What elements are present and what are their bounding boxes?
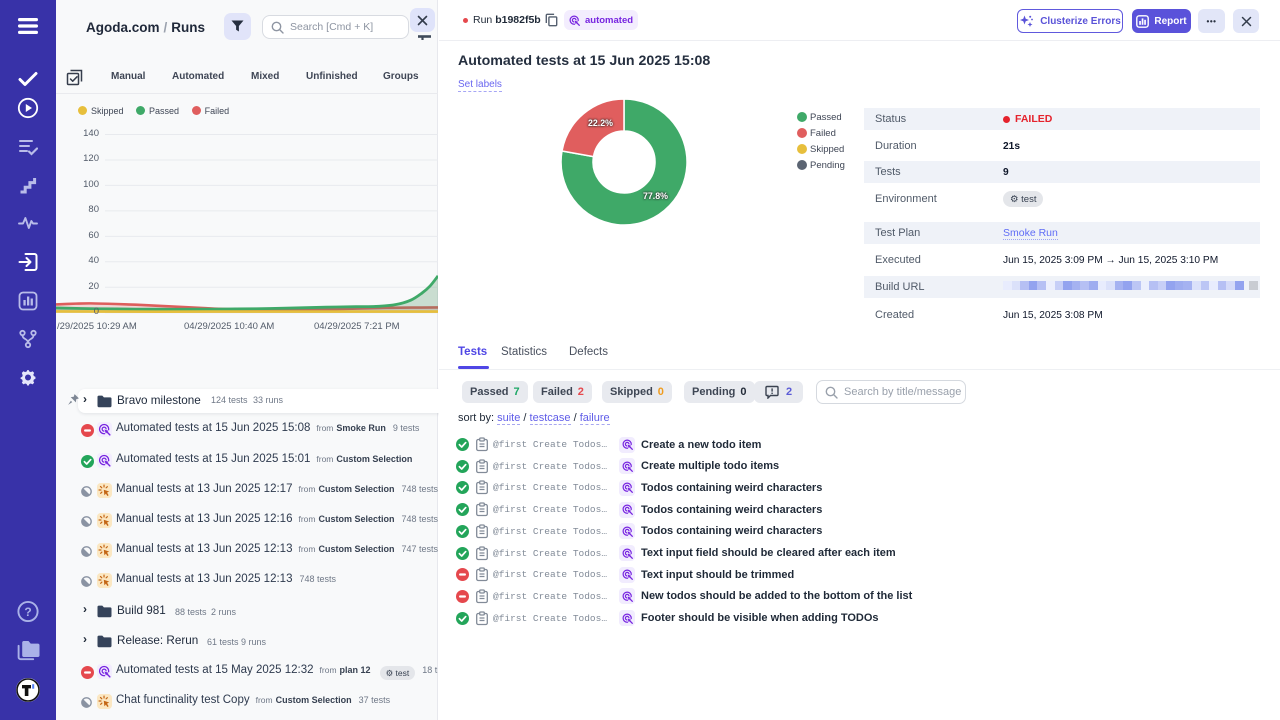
- svg-text:?: ?: [24, 605, 31, 619]
